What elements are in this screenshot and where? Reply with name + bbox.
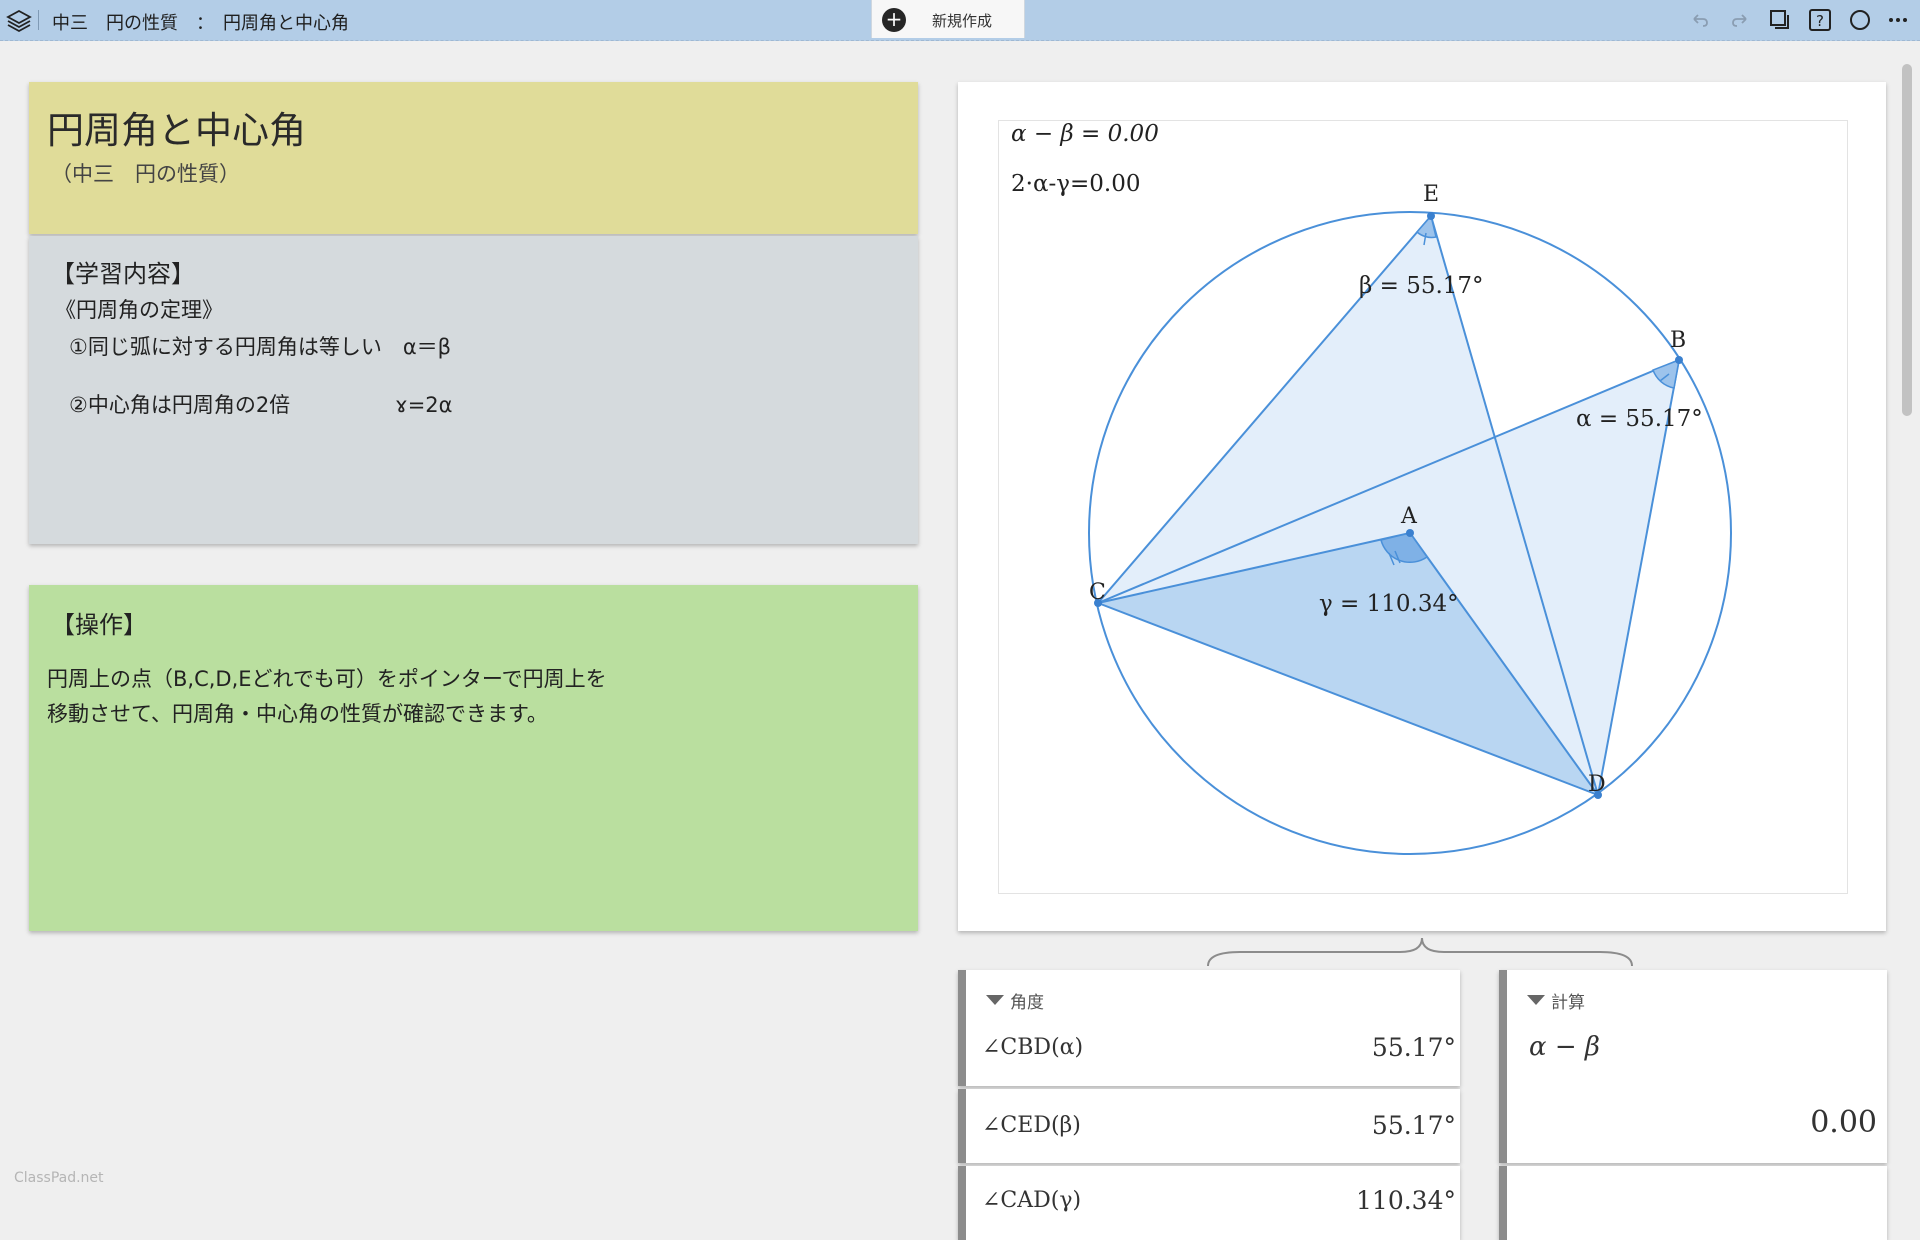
- angle-row-value-3: 110.34°: [1356, 1186, 1456, 1215]
- angle-row-label-1: ∠CBD(α): [982, 1035, 1084, 1060]
- operation-heading: 【操作】: [51, 611, 147, 639]
- undo-icon[interactable]: [1688, 8, 1712, 32]
- geometry-card[interactable]: α − β = 0.00 2·α-γ=0.00 E B A C D β = 55…: [958, 82, 1886, 931]
- help-icon[interactable]: ?: [1808, 8, 1832, 32]
- alpha-label: α = 55.17°: [1576, 406, 1703, 432]
- plus-icon: +: [882, 8, 906, 32]
- more-icon[interactable]: [1886, 8, 1910, 32]
- copy-icon[interactable]: [1768, 8, 1792, 32]
- operation-line-2: 移動させて、円周角・中心角の性質が確認できます。: [47, 702, 548, 726]
- circle-icon[interactable]: [1848, 8, 1872, 32]
- geometry-svg[interactable]: α − β = 0.00 2·α-γ=0.00 E B A C D β = 55…: [999, 121, 1847, 893]
- redo-icon[interactable]: [1728, 8, 1752, 32]
- calc-panel-2[interactable]: [1499, 1166, 1887, 1240]
- point-label-A: A: [1400, 504, 1418, 529]
- title-card[interactable]: 円周角と中心角 （中三 円の性質）: [29, 82, 918, 234]
- angle-row-label-3: ∠CAD(γ): [982, 1188, 1082, 1213]
- angles-panel[interactable]: 角度 ∠CBD(α) 55.17°: [958, 970, 1460, 1086]
- theorem-heading: 《円周角の定理》: [55, 298, 223, 322]
- point-label-B: B: [1670, 328, 1686, 353]
- breadcrumb[interactable]: 中三 円の性質 ： 円周角と中心角: [52, 9, 349, 35]
- new-tab-label: 新規作成: [932, 12, 993, 30]
- watermark: ClassPad.net: [14, 1170, 104, 1186]
- collapse-triangle-icon[interactable]: [1527, 995, 1545, 1005]
- angle-row-value-1: 55.17°: [1371, 1033, 1456, 1062]
- angles-header: 角度: [1010, 993, 1044, 1013]
- scrollbar[interactable]: [1902, 64, 1912, 416]
- angle-row-value-2: 55.17°: [1371, 1111, 1456, 1140]
- point-label-D: D: [1588, 772, 1606, 797]
- page-subtitle: （中三 円の性質）: [51, 162, 240, 186]
- angle-row-2[interactable]: ∠CED(β) 55.17°: [958, 1089, 1460, 1163]
- operation-card[interactable]: 【操作】 円周上の点（B,C,D,Eどれでも可）をポインターで円周上を 移動させ…: [29, 585, 918, 931]
- brace-connector: [1207, 937, 1633, 967]
- relation-text-2: 2·α-γ=0.00: [1011, 171, 1140, 197]
- relation-text-1: α − β = 0.00: [1011, 121, 1159, 147]
- top-bar: 中三 円の性質 ： 円周角と中心角 + 新規作成 ?: [0, 0, 1920, 41]
- theorem-line-2: ②中心角は円周角の2倍 ɤ=2α: [69, 393, 453, 417]
- calc-panel[interactable]: 計算 α − β 0.00: [1499, 970, 1887, 1163]
- page-title: 円周角と中心角: [47, 109, 306, 152]
- calc-expression: α − β: [1529, 1032, 1600, 1062]
- beta-label: β = 55.17°: [1359, 273, 1484, 299]
- point-label-C: C: [1089, 580, 1106, 605]
- learning-content-card[interactable]: 【学習内容】 《円周角の定理》 ①同じ弧に対する円周角は等しい α＝β ②中心角…: [29, 236, 918, 544]
- divider: [38, 10, 39, 30]
- layers-icon[interactable]: [6, 8, 32, 34]
- collapse-triangle-icon[interactable]: [986, 995, 1004, 1005]
- gamma-label: γ = 110.34°: [1319, 591, 1459, 617]
- point-label-E: E: [1423, 182, 1439, 207]
- calc-header: 計算: [1551, 993, 1585, 1013]
- new-tab-button[interactable]: + 新規作成: [871, 0, 1025, 38]
- angle-row-label-2: ∠CED(β): [982, 1113, 1081, 1138]
- svg-text:?: ?: [1816, 12, 1824, 30]
- theorem-line-1: ①同じ弧に対する円周角は等しい α＝β: [69, 335, 452, 359]
- calc-result: 0.00: [1810, 1105, 1877, 1140]
- geometry-canvas[interactable]: α − β = 0.00 2·α-γ=0.00 E B A C D β = 55…: [998, 120, 1848, 894]
- angle-row-3[interactable]: ∠CAD(γ) 110.34°: [958, 1166, 1460, 1240]
- operation-line-1: 円周上の点（B,C,D,Eどれでも可）をポインターで円周上を: [47, 667, 607, 691]
- learning-heading: 【学習内容】: [51, 260, 195, 288]
